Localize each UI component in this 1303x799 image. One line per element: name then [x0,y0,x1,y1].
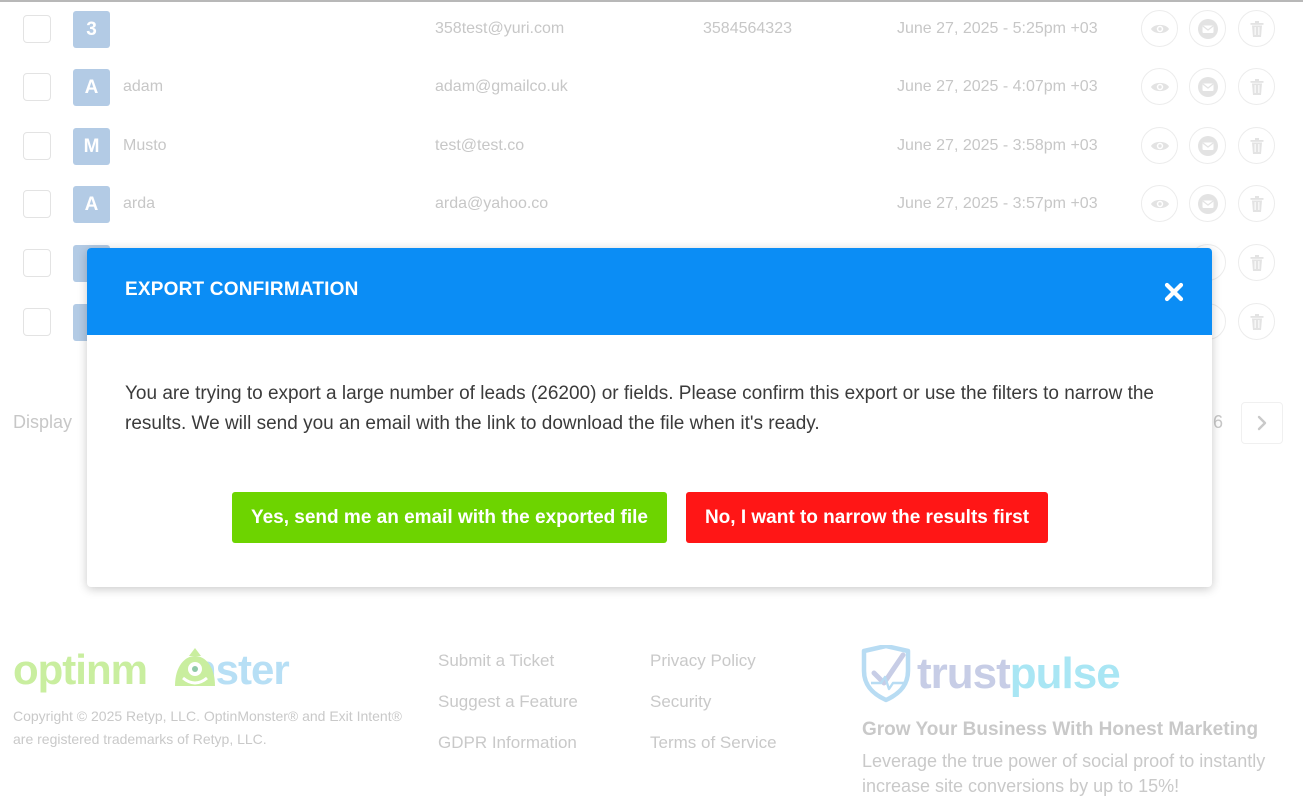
avatar: A [73,186,110,223]
modal-message: You are trying to export a large number … [125,383,1154,434]
email-lead-button[interactable] [1189,68,1226,105]
table-row: A adam adam@gmailco.uk June 27, 2025 - 4… [0,58,1303,116]
delete-lead-button[interactable] [1238,244,1275,281]
avatar: M [73,128,110,165]
delete-lead-button[interactable] [1238,68,1275,105]
table-row: M Musto test@test.co June 27, 2025 - 3:5… [0,117,1303,175]
lead-email: adam@gmailco.uk [435,78,568,95]
lead-email: test@test.co [435,137,525,154]
close-icon [1164,282,1184,302]
view-lead-button[interactable] [1141,10,1178,47]
display-count-label: Display [13,412,73,432]
envelope-icon [1197,18,1218,39]
view-lead-button[interactable] [1141,127,1178,164]
eye-icon [1150,199,1169,208]
eye-icon [1150,24,1169,33]
lead-phone: 3584564323 [703,20,792,37]
trustpulse-headline: Grow Your Business With Honest Marketing [862,719,1259,740]
lead-date: June 27, 2025 - 5:25pm +03 [897,20,1098,37]
lead-name: adam [123,78,164,95]
delete-lead-button[interactable] [1238,185,1275,222]
row-checkbox[interactable] [23,308,51,336]
trustpulse-logo-text: trustpulse [917,649,1120,698]
narrow-results-button[interactable]: No, I want to narrow the results first [686,492,1048,543]
trash-icon [1250,137,1263,154]
pagination-page-number[interactable]: 6 [1213,412,1223,433]
trash-icon [1250,254,1263,271]
footer-link-gdpr[interactable]: GDPR Information [438,733,577,753]
shield-check-icon [861,645,911,703]
table-row: 3 358test@yuri.com 3584564323 June 27, 2… [0,0,1303,58]
copyright-text: Copyright © 2025 Retyp, LLC. OptinMonste… [13,708,402,747]
confirm-export-button[interactable]: Yes, send me an email with the exported … [232,492,667,543]
lead-name: Musto [123,137,167,154]
row-checkbox[interactable] [23,15,51,43]
trash-icon [1250,195,1263,212]
delete-lead-button[interactable] [1238,10,1275,47]
trash-icon [1250,313,1263,330]
lead-email: 358test@yuri.com [435,20,565,37]
email-lead-button[interactable] [1189,10,1226,47]
envelope-icon [1197,193,1218,214]
trustpulse-logo[interactable]: trustpulse [861,645,1136,705]
row-checkbox[interactable] [23,190,51,218]
delete-lead-button[interactable] [1238,303,1275,340]
close-modal-button[interactable] [1161,279,1187,305]
envelope-icon [1197,76,1218,97]
lead-email: arda@yahoo.co [435,195,549,212]
modal-title: EXPORT CONFIRMATION [125,279,359,300]
avatar: 3 [73,11,110,48]
row-checkbox[interactable] [23,73,51,101]
pagination-next-button[interactable] [1241,402,1283,444]
modal-header: EXPORT CONFIRMATION [87,248,1212,335]
eye-icon [1150,141,1169,150]
lead-date: June 27, 2025 - 4:07pm +03 [897,78,1098,95]
lead-date: June 27, 2025 - 3:58pm +03 [897,137,1098,154]
table-row: A arda arda@yahoo.co June 27, 2025 - 3:5… [0,175,1303,233]
footer-link-suggest-feature[interactable]: Suggest a Feature [438,692,578,712]
view-lead-button[interactable] [1141,185,1178,222]
trustpulse-description: Leverage the true power of social proof … [862,751,1266,796]
avatar: A [73,69,110,106]
eye-icon [1150,82,1169,91]
envelope-icon [1197,135,1218,156]
optinmonster-logo-text: optinm nster [13,646,289,693]
footer-link-terms[interactable]: Terms of Service [650,733,777,753]
view-lead-button[interactable] [1141,68,1178,105]
lead-name: arda [123,195,156,212]
trash-icon [1250,78,1263,95]
footer-link-security[interactable]: Security [650,692,711,712]
email-lead-button[interactable] [1189,185,1226,222]
footer-link-privacy[interactable]: Privacy Policy [650,651,756,671]
email-lead-button[interactable] [1189,127,1226,164]
footer-link-submit-ticket[interactable]: Submit a Ticket [438,651,554,671]
lead-date: June 27, 2025 - 3:57pm +03 [897,195,1098,212]
export-confirmation-modal: EXPORT CONFIRMATION You are trying to ex… [87,248,1212,587]
chevron-right-icon [1257,415,1267,431]
row-checkbox[interactable] [23,132,51,160]
optinmonster-logo[interactable]: optinm nster [13,644,313,694]
row-checkbox[interactable] [23,249,51,277]
trash-icon [1250,20,1263,37]
delete-lead-button[interactable] [1238,127,1275,164]
